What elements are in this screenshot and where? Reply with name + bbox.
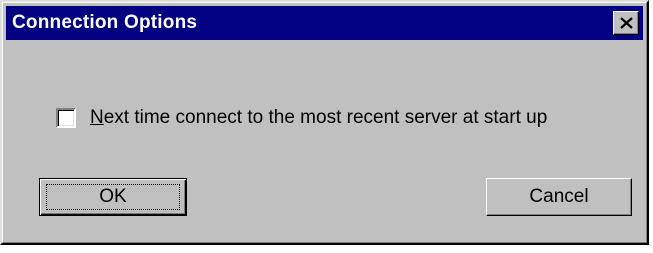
title-bar[interactable]: Connection Options (6, 6, 643, 40)
connection-options-dialog: Connection Options Next time connect to … (0, 0, 649, 245)
close-icon (620, 17, 633, 29)
close-button[interactable] (613, 11, 639, 35)
accelerator-key: N (90, 107, 104, 128)
startup-connect-label[interactable]: Next time connect to the most recent ser… (90, 107, 547, 129)
dialog-title: Connection Options (12, 12, 198, 33)
startup-connect-checkbox[interactable] (56, 108, 76, 128)
startup-connect-option[interactable]: Next time connect to the most recent ser… (56, 106, 547, 130)
ok-button-label: OK (99, 186, 127, 207)
cancel-button[interactable]: Cancel (486, 178, 632, 216)
cancel-button-label: Cancel (529, 186, 589, 207)
startup-connect-label-text: ext time connect to the most recent serv… (103, 107, 548, 128)
ok-button[interactable]: OK (39, 178, 187, 216)
